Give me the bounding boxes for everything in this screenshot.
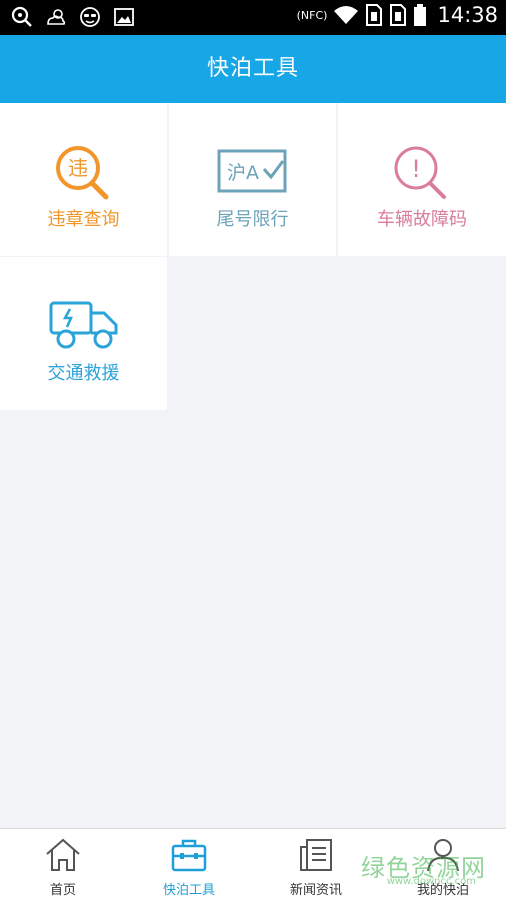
sim-icon [390, 4, 407, 26]
nfc-indicator: (NFC) [296, 8, 328, 22]
status-bar: (NFC) 14:38 [0, 0, 506, 35]
sim-icon [366, 4, 383, 26]
image-icon [114, 8, 134, 26]
tool-violation-search[interactable]: 违 违章查询 [0, 103, 167, 256]
nav-label: 首页 [49, 883, 76, 898]
tool-fault-code[interactable]: ! 车辆故障码 [338, 103, 506, 256]
status-left-icons [10, 5, 136, 29]
tool-traffic-rescue[interactable]: 交通救援 [0, 257, 167, 410]
fault-code-icon: ! [394, 146, 446, 199]
tool-label: 车辆故障码 [377, 209, 467, 230]
violation-search-icon: 违 [55, 146, 108, 200]
mask-face-icon [80, 7, 100, 27]
tool-label: 尾号限行 [216, 209, 289, 230]
page-title: 快泊工具 [206, 56, 299, 81]
search-circle-icon [11, 6, 32, 27]
wifi-icon [334, 6, 359, 24]
toolbox-icon [171, 839, 207, 872]
nav-home[interactable]: 首页 [0, 829, 126, 901]
tow-truck-icon [49, 301, 117, 349]
weather-icon [47, 9, 66, 25]
tool-label: 交通救援 [47, 363, 120, 384]
home-icon [46, 838, 80, 871]
battery-icon [414, 4, 427, 26]
title-bar: 快泊工具 [0, 35, 506, 103]
tool-plate-restriction[interactable]: 沪A 尾号限行 [169, 103, 336, 256]
tool-label: 违章查询 [47, 209, 120, 230]
nav-tools[interactable]: 快泊工具 [126, 829, 252, 901]
fault-icon-text: ! [411, 155, 421, 183]
violation-icon-text: 违 [68, 156, 88, 180]
status-right-icons: (NFC) 14:38 [297, 3, 498, 27]
plate-restriction-icon: 沪A [217, 149, 286, 193]
nav-label: 快泊工具 [162, 883, 215, 898]
news-icon [300, 839, 332, 871]
watermark-url: www.downcc.com [386, 876, 476, 887]
plate-icon-text: 沪A [227, 162, 259, 184]
status-time: 14:38 [437, 3, 498, 27]
